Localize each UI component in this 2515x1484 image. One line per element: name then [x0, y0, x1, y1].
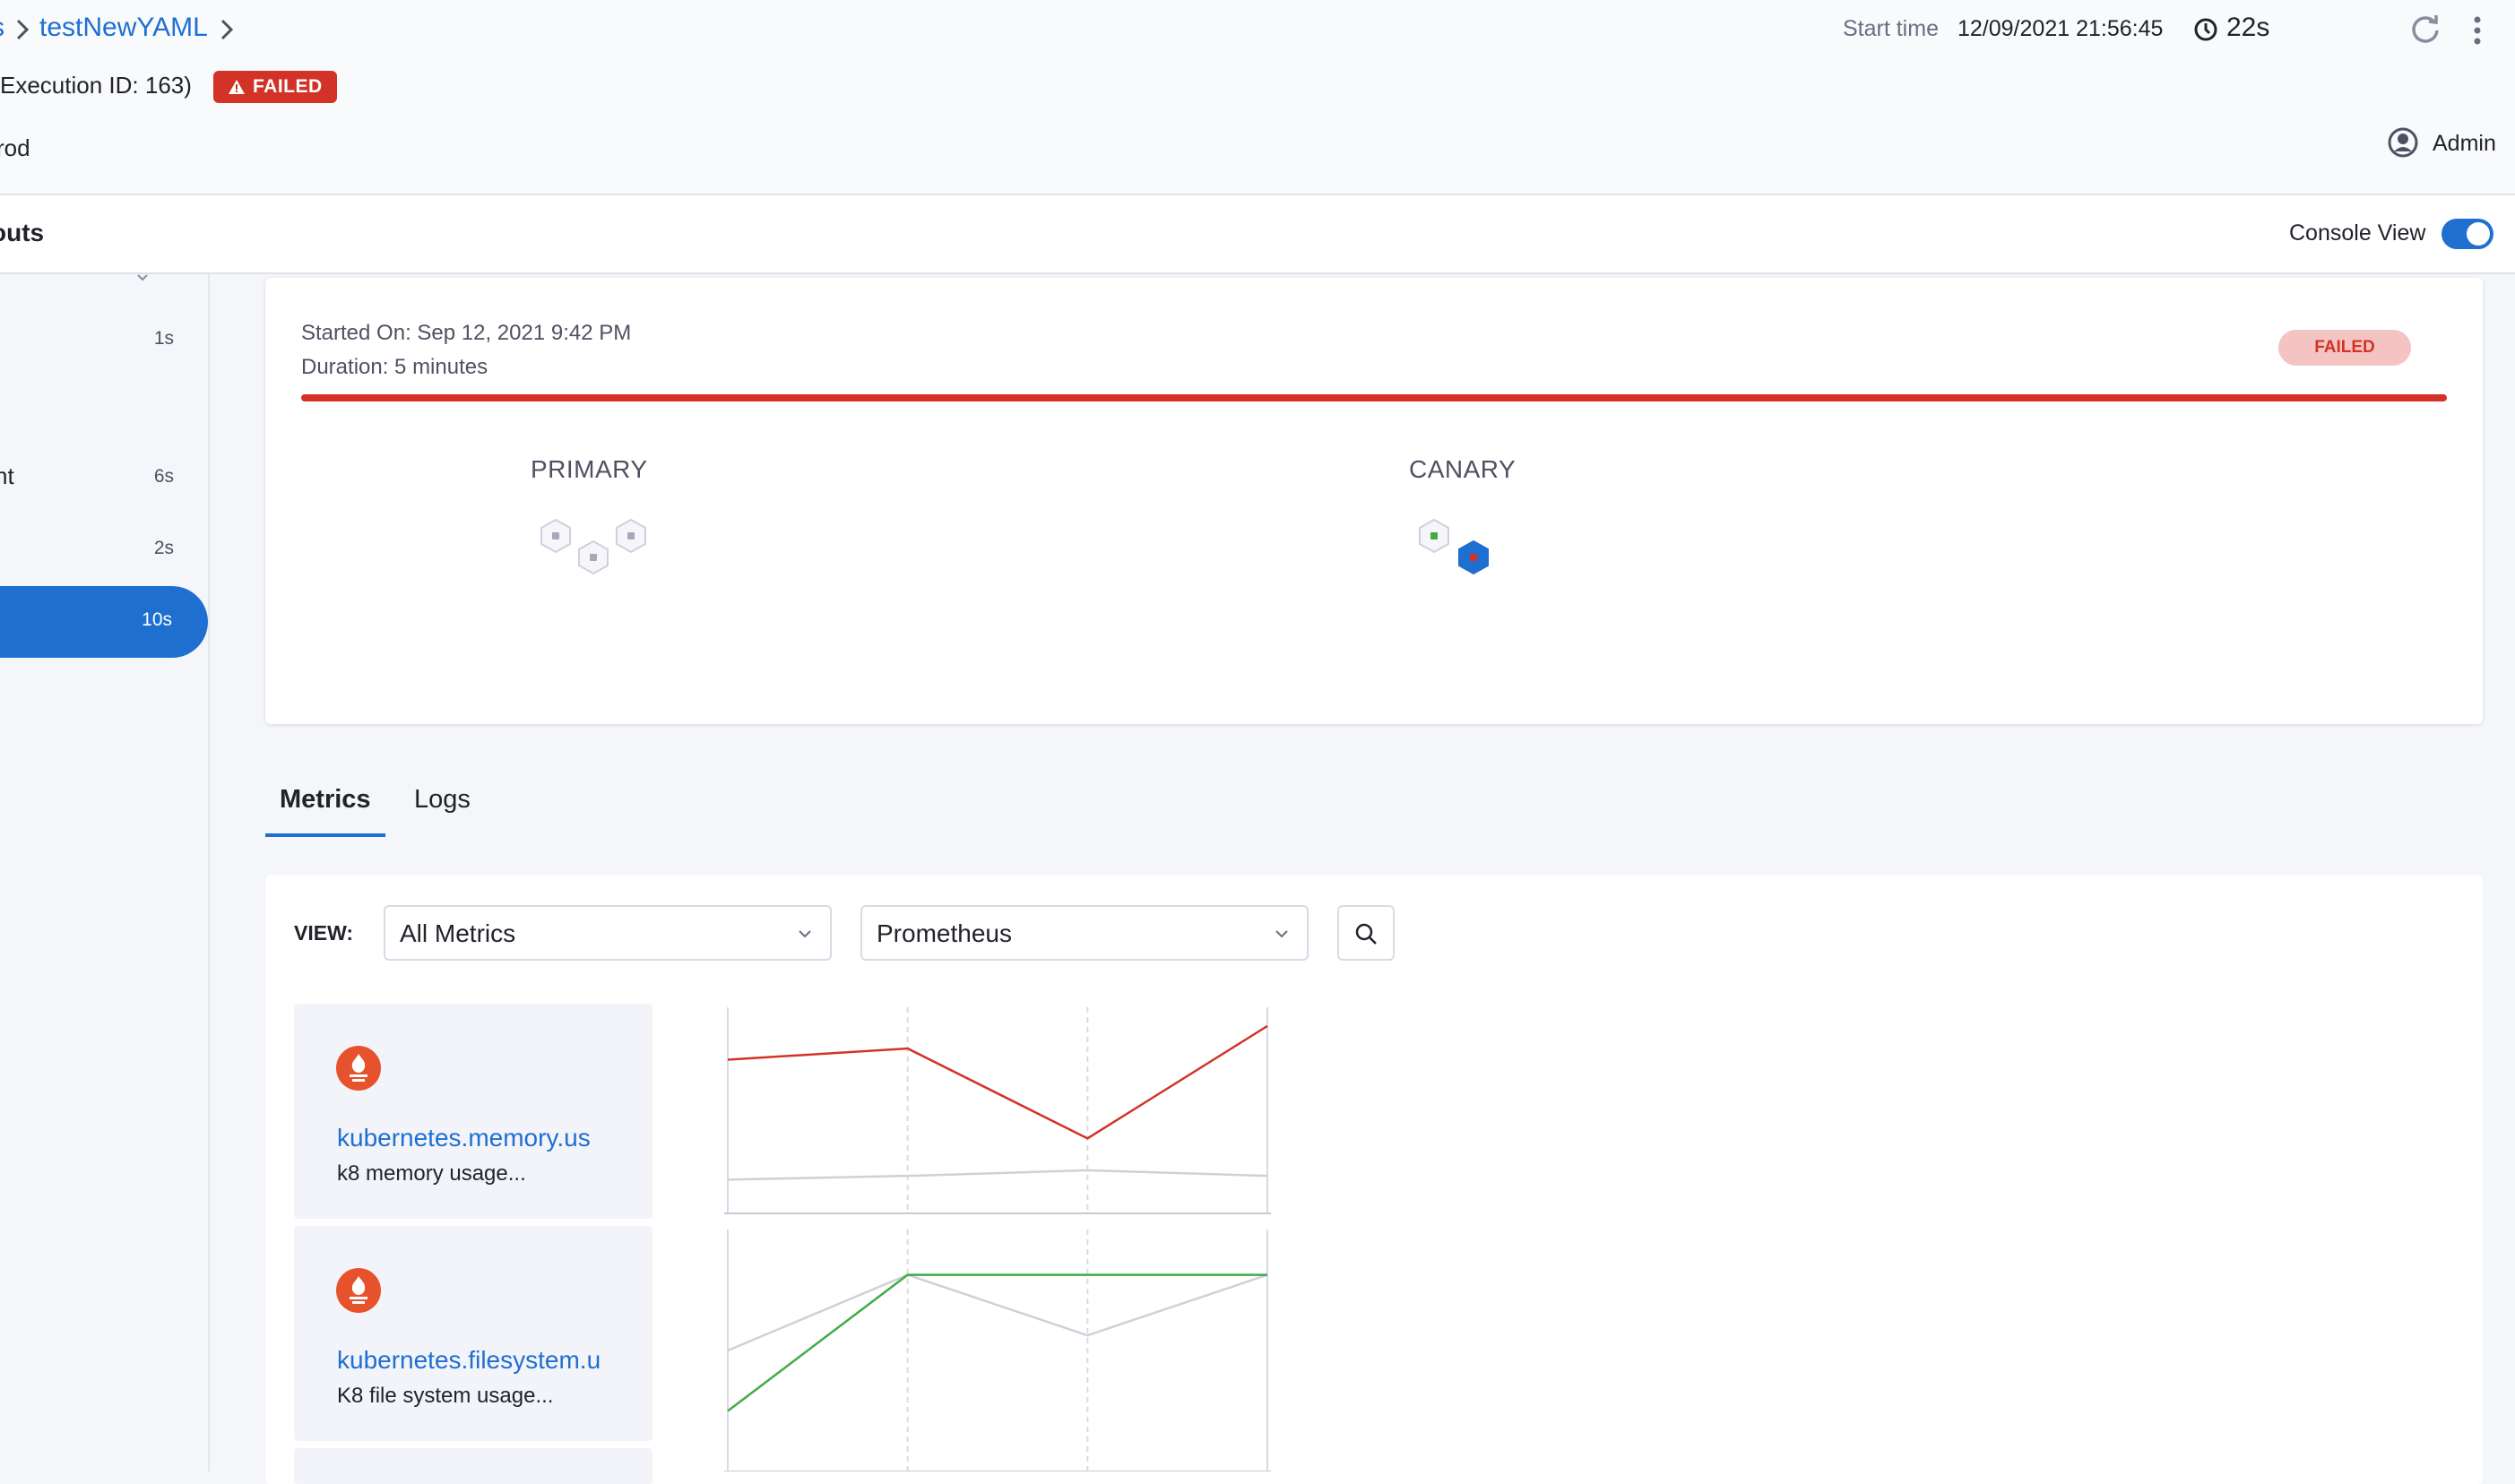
steps-sidebar: 1s nt 6s 2s [0, 274, 210, 1471]
primary-node-1[interactable] [540, 518, 571, 554]
step-item[interactable]: nt 6s [0, 457, 208, 502]
clock-icon [2194, 18, 2217, 41]
refresh-icon[interactable] [2407, 11, 2443, 47]
source-filter-select[interactable]: Prometheus [860, 905, 1309, 961]
canary-node-2[interactable] [1458, 539, 1489, 575]
metrics-filter-value: All Metrics [400, 919, 516, 947]
source-filter-value: Prometheus [877, 919, 1012, 947]
toggle-knob [2467, 222, 2490, 246]
execution-id: Execution ID: 163) [0, 72, 192, 99]
step-name: nt [0, 462, 14, 489]
more-options-icon[interactable] [2470, 13, 2485, 48]
started-on-text: Started On: Sep 12, 2021 9:42 PM [301, 321, 632, 345]
chart-2-series-line-2 [727, 1273, 1267, 1412]
canary-label: CANARY [1409, 455, 1517, 483]
console-view-toggle[interactable] [2442, 219, 2493, 249]
step-item[interactable]: 1s [0, 319, 208, 364]
step-duration: 6s [153, 466, 174, 487]
canary-nodes [1419, 518, 1489, 575]
primary-node-2[interactable] [578, 539, 609, 575]
step-duration: 1s [153, 328, 174, 349]
metric-card[interactable]: kubernetes.filesystem.u K8 file system u… [294, 1226, 653, 1441]
view-label: VIEW: [294, 921, 354, 945]
chart-1-series-line-1 [727, 1024, 1268, 1140]
metric-card[interactable]: kubernetes.memory.us k8 memory usage... [294, 1004, 653, 1219]
breadcrumb-previous[interactable]: s [0, 13, 4, 43]
search-icon [1355, 923, 1377, 945]
tab-metrics[interactable]: Metrics [280, 785, 371, 815]
step-duration: 2s [153, 538, 174, 558]
primary-node-3[interactable] [616, 518, 646, 554]
chevron-right-icon [16, 19, 30, 40]
step-duration: 10s [142, 609, 172, 630]
chevron-down-icon [799, 930, 811, 938]
metric-card[interactable] [294, 1448, 653, 1484]
execution-status-text: FAILED [253, 76, 323, 97]
step-item[interactable]: 2s [0, 529, 208, 574]
deployment-duration-text: Duration: 5 minutes [301, 355, 488, 379]
metric-description: k8 memory usage... [337, 1161, 526, 1186]
execution-status-badge: FAILED [213, 71, 337, 103]
breadcrumb-pipeline[interactable]: testNewYAML [39, 13, 208, 43]
tab-logs[interactable]: Logs [414, 785, 471, 815]
step-item-active[interactable]: 10s [0, 586, 208, 658]
metric-name[interactable]: kubernetes.filesystem.u [337, 1346, 642, 1375]
section-bar [0, 195, 2515, 274]
user-name[interactable]: Admin [2433, 131, 2496, 157]
section-title: outs [0, 219, 45, 246]
prometheus-icon [336, 1268, 381, 1313]
start-time-label: Start time [1843, 16, 1939, 41]
chevron-down-icon [137, 274, 148, 281]
metrics-filter-select[interactable]: All Metrics [384, 905, 832, 961]
canary-node-1[interactable] [1419, 518, 1449, 554]
execution-duration: 22s [2226, 13, 2270, 42]
deployment-progress-bar [301, 394, 2447, 401]
primary-nodes [540, 518, 646, 575]
chevron-right-icon [220, 19, 234, 40]
active-tab-indicator [265, 833, 385, 837]
prometheus-icon [336, 1046, 381, 1091]
metric-charts [724, 1007, 1271, 1471]
primary-label: PRIMARY [531, 455, 648, 483]
chevron-down-icon [1275, 930, 1288, 938]
start-time-value: 12/09/2021 21:56:45 [1958, 16, 2164, 41]
user-avatar-icon[interactable] [2388, 127, 2418, 158]
chart-2-series-line-1 [727, 1273, 1268, 1352]
metric-name[interactable]: kubernetes.memory.us [337, 1124, 642, 1152]
chart-1-series-line-2 [727, 1169, 1268, 1181]
environment-name: rod [0, 134, 30, 161]
warning-icon [229, 80, 245, 94]
console-view-label: Console View [2289, 220, 2426, 246]
metric-description: K8 file system usage... [337, 1384, 554, 1408]
deployment-status-badge: FAILED [2278, 330, 2411, 366]
search-button[interactable] [1337, 905, 1395, 961]
